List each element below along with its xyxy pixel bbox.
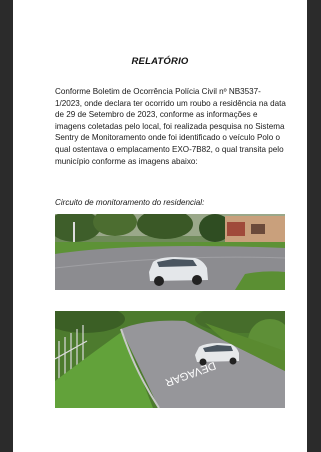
viewer-left-margin bbox=[0, 0, 13, 452]
image-caption: Circuito de monitoramento do residencial… bbox=[55, 198, 205, 207]
viewer-right-margin bbox=[307, 0, 321, 452]
document-page[interactable]: RELATÓRIO Conforme Boletim de Ocorrência… bbox=[13, 0, 307, 452]
document-title: RELATÓRIO bbox=[131, 56, 189, 67]
surveillance-photo-1 bbox=[55, 214, 285, 290]
surveillance-photo-2: DEVAGAR bbox=[55, 311, 285, 408]
report-paragraph: Conforme Boletim de Ocorrência Polícia C… bbox=[55, 87, 286, 166]
